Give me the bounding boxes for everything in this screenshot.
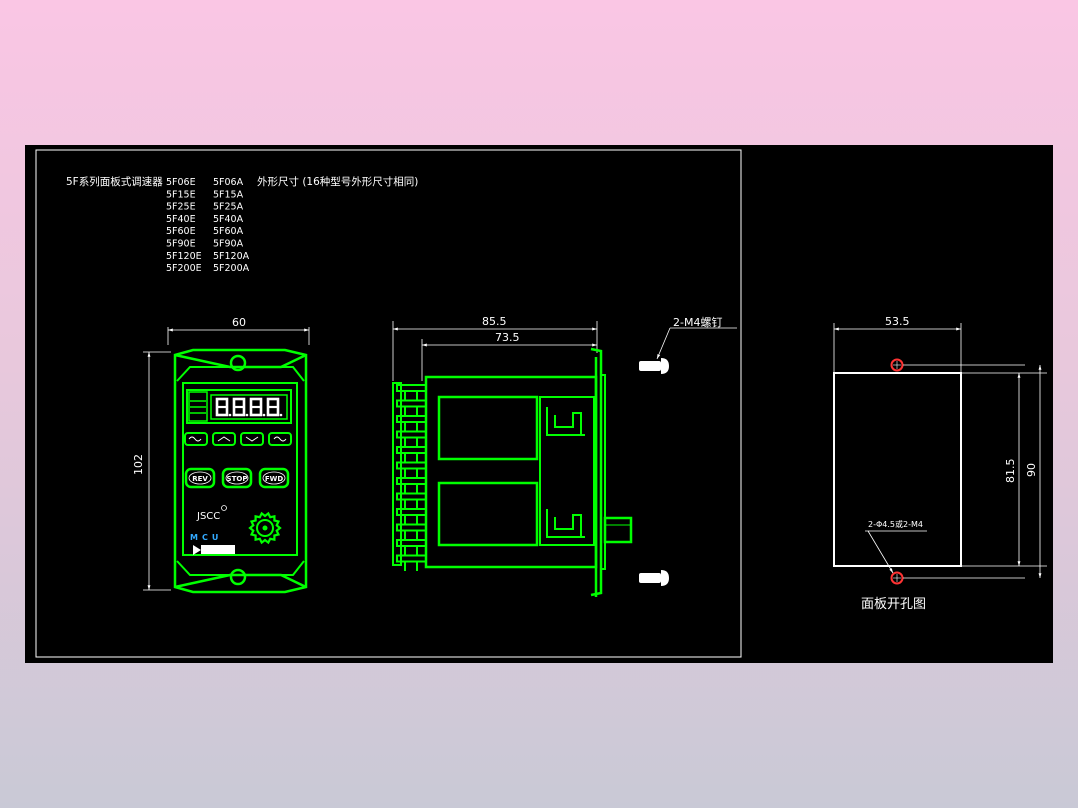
drawing-subtitle: 外形尺寸 (16种型号外形尺寸相同): [257, 175, 418, 188]
model-a-2: 5F25A: [213, 202, 244, 213]
model-e-7: 5F200E: [166, 263, 202, 274]
rev-button-label: REV: [192, 475, 208, 483]
model-a-4: 5F60A: [213, 226, 244, 237]
cutout-view: 53.5 81.5 90 2-Φ4.5或2-M4 面板开孔图: [833, 315, 1047, 612]
model-a-5: 5F90A: [213, 239, 244, 250]
model-e-3: 5F40E: [166, 214, 196, 225]
model-e-2: 5F25E: [166, 202, 196, 213]
model-e-0: 5F06E: [166, 177, 196, 188]
cutout-rectangle: [833, 372, 962, 567]
model-list-e: 5F06E5F15E 5F25E5F40E5F60E 5F90E5F120E5F20…: [166, 177, 202, 274]
cad-viewport: 5F系列面板式调速器 外形尺寸 (16种型号外形尺寸相同) 5F06E 5F15E…: [25, 145, 1053, 663]
logo-arrow-icon: [193, 545, 201, 555]
model-e-5: 5F90E: [166, 239, 196, 250]
screw-bottom-icon: [639, 570, 669, 586]
logo-label: MCU: [190, 533, 222, 542]
front-width-label: 60: [232, 316, 246, 329]
drawing-title: 5F系列面板式调速器: [66, 175, 163, 188]
cutout-caption: 面板开孔图: [861, 597, 926, 612]
model-a-0: 5F06A: [213, 177, 244, 188]
stop-button-label: STOP: [227, 475, 248, 483]
hole-note-label: 2-Φ4.5或2-M4: [868, 519, 923, 529]
model-a-3: 5F40A: [213, 214, 244, 225]
key-down-icon: [240, 432, 264, 446]
fwd-button-label: FWD: [265, 475, 284, 483]
side-body-outline: [424, 375, 598, 569]
speed-knob-icon: [248, 511, 282, 545]
terminal-fins: [392, 382, 427, 571]
front-height-label: 102: [132, 454, 145, 475]
front-view: 60 102 REV STOP FWD JSCC MCU: [132, 316, 310, 594]
model-a-7: 5F200A: [213, 263, 250, 274]
screw-label: 2-M4螺钉: [673, 316, 722, 329]
model-a-1: 5F15A: [213, 189, 244, 200]
side-overall-width-label: 85.5: [482, 315, 507, 328]
cutout-height-label: 90: [1025, 463, 1038, 477]
screw-top-icon: [639, 358, 669, 374]
model-e-4: 5F60E: [166, 226, 196, 237]
front-mount-hole-bottom: [229, 568, 247, 586]
knob-shaft: [603, 516, 633, 544]
header-block: 5F系列面板式调速器 外形尺寸 (16种型号外形尺寸相同) 5F06E5F15E…: [66, 175, 418, 274]
main-button-row: REV STOP FWD: [184, 467, 290, 489]
model-a-6: 5F120A: [213, 251, 250, 262]
drawing-border: [35, 149, 742, 658]
model-e-6: 5F120E: [166, 251, 202, 262]
brand-label: JSCC: [196, 511, 220, 522]
key-up-icon: [212, 432, 236, 446]
side-view: 85.5 73.5 2-M4螺钉: [392, 315, 737, 597]
model-e-1: 5F15E: [166, 189, 196, 200]
side-body-width-label: 73.5: [495, 331, 520, 344]
model-list-a: 5F06A5F15A 5F25A5F40A5F60A 5F90A5F120A5F20…: [213, 177, 250, 274]
cutout-hole-pitch-label: 81.5: [1004, 459, 1017, 484]
cutout-width-label: 53.5: [885, 315, 910, 328]
key-set-icon: [184, 432, 208, 446]
cad-drawing: 5F系列面板式调速器 外形尺寸 (16种型号外形尺寸相同) 5F06E5F15E…: [35, 149, 1047, 658]
small-key-row: [184, 432, 292, 446]
